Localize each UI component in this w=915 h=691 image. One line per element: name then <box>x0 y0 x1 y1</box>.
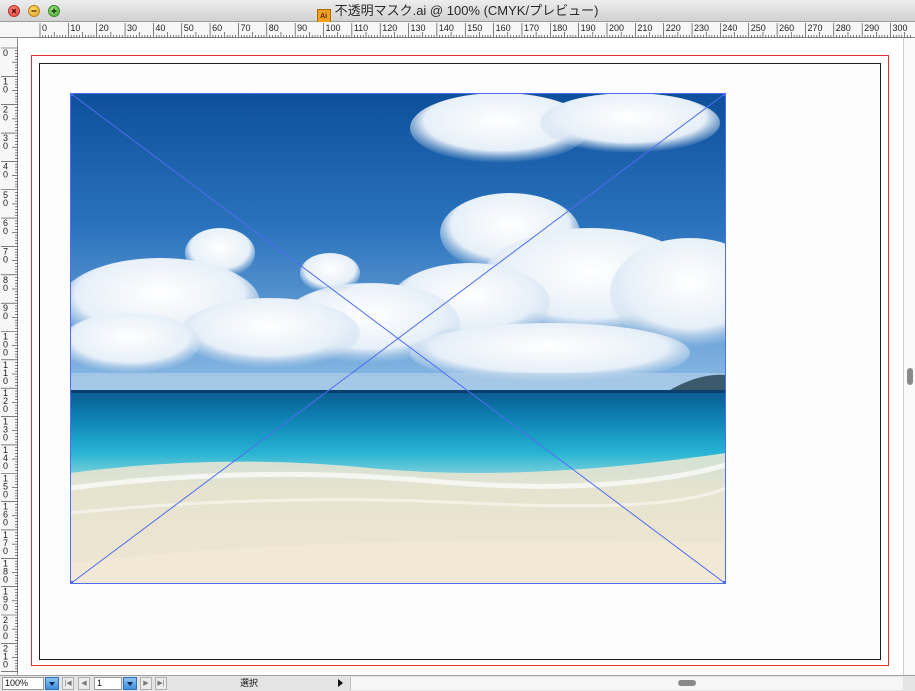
ruler-label: 140 <box>439 23 454 33</box>
ruler-label: 240 <box>722 23 737 33</box>
ruler-label: 220 <box>666 23 681 33</box>
selection-handle-bottom-right <box>723 581 726 584</box>
ruler-label: 110 <box>354 23 368 33</box>
status-bar: 100% |◀ ◀ 1 ▶ ▶| 選択 <box>0 675 915 691</box>
vertical-scrollbar[interactable] <box>903 38 915 675</box>
ruler-label: 300 <box>893 23 908 33</box>
ruler-label: 0 <box>3 461 8 471</box>
ruler-label: 150 <box>467 23 482 33</box>
vertical-ruler-ticks: 0102030405060708090100110120130140150160… <box>1 47 18 673</box>
ruler-label: 10 <box>70 23 80 33</box>
vertical-ruler[interactable]: 0102030405060708090100110120130140150160… <box>0 38 18 675</box>
ruler-label: 70 <box>240 23 250 33</box>
ruler-label: 0 <box>3 169 8 179</box>
ruler-label: 90 <box>297 23 307 33</box>
ruler-label: 0 <box>3 198 8 208</box>
ruler-label: 180 <box>552 23 567 33</box>
ruler-label: 80 <box>269 23 279 33</box>
artboard-number-field[interactable]: 1 <box>94 677 122 690</box>
ruler-label: 0 <box>3 141 8 151</box>
ruler-label: 0 <box>3 603 8 613</box>
horizontal-scrollbar[interactable] <box>350 677 903 690</box>
prev-page-icon: ◀ <box>81 680 87 687</box>
ruler-label: 0 <box>3 113 8 123</box>
ruler-label: 50 <box>184 23 194 33</box>
ruler-label: 0 <box>3 376 8 386</box>
ruler-label: 0 <box>3 84 8 94</box>
ruler-label: 0 <box>3 48 8 58</box>
ruler-label: 0 <box>3 574 8 584</box>
window-title-area: Ai 不透明マスク.ai @ 100% (CMYK/プレビュー) <box>0 3 915 24</box>
ruler-label: 30 <box>127 23 137 33</box>
first-page-icon: |◀ <box>64 680 72 687</box>
ruler-label: 0 <box>3 518 8 528</box>
ruler-label: 280 <box>836 23 851 33</box>
ruler-label: 210 <box>637 23 652 33</box>
horizontal-ruler-ticks: 0 10 20 30 40 50 60 70 80 90 100 110 120 130 140 150 160… <box>39 23 911 38</box>
zoom-level-field[interactable]: 100% <box>2 677 44 690</box>
document-canvas[interactable] <box>18 38 903 675</box>
horizontal-scroll-thumb[interactable] <box>678 680 696 686</box>
selection-handle-bottom-left <box>70 581 73 584</box>
ruler-label: 0 <box>3 311 8 321</box>
zoom-dropdown-button[interactable] <box>45 677 59 690</box>
selection-handle-top-right <box>723 93 726 96</box>
ruler-label: 20 <box>99 23 109 33</box>
horizontal-ruler[interactable]: 0 10 20 30 40 50 60 70 80 90 100 110 120 130 140 150 160… <box>0 22 915 38</box>
next-artboard-button[interactable]: ▶ <box>140 677 152 690</box>
ruler-label: 0 <box>3 226 8 236</box>
ruler-label: 130 <box>411 23 426 33</box>
ruler-label: 160 <box>496 23 511 33</box>
ruler-label: 170 <box>524 23 539 33</box>
vertical-scroll-thumb[interactable] <box>907 368 913 385</box>
artboard-dropdown-button[interactable] <box>123 677 137 690</box>
first-artboard-button[interactable]: |◀ <box>62 677 74 690</box>
ruler-label: 270 <box>807 23 822 33</box>
previous-artboard-button[interactable]: ◀ <box>78 677 90 690</box>
play-arrow-icon[interactable] <box>338 679 343 687</box>
selection-bounding-box[interactable] <box>70 93 726 584</box>
ruler-label: 40 <box>155 23 165 33</box>
ruler-label: 120 <box>382 23 397 33</box>
selection-handle-top-left <box>70 93 73 96</box>
ruler-label: 0 <box>3 433 8 443</box>
next-page-icon: ▶ <box>143 680 149 687</box>
ruler-label: 0 <box>3 489 8 499</box>
ruler-label: 0 <box>3 631 8 641</box>
ruler-label: 100 <box>326 23 341 33</box>
ruler-label: 0 <box>3 404 8 414</box>
window-title: 不透明マスク.ai @ 100% (CMYK/プレビュー) <box>334 3 599 18</box>
ruler-label: 0 <box>3 659 8 669</box>
ruler-label: 0 <box>3 546 8 556</box>
ruler-label: 250 <box>751 23 766 33</box>
ruler-label: 290 <box>864 23 879 33</box>
ruler-label: 0 <box>3 348 8 358</box>
ruler-label: 190 <box>581 23 596 33</box>
ruler-label: 60 <box>212 23 222 33</box>
tool-status-text[interactable]: 選択 <box>152 677 346 690</box>
ruler-label: 0 <box>42 23 47 33</box>
window-titlebar: Ai 不透明マスク.ai @ 100% (CMYK/プレビュー) <box>0 0 915 24</box>
ruler-label: 230 <box>694 23 709 33</box>
ruler-label: 0 <box>3 254 8 264</box>
ruler-label: 200 <box>609 23 624 33</box>
ruler-label: 260 <box>779 23 794 33</box>
ruler-label: 0 <box>3 283 8 293</box>
